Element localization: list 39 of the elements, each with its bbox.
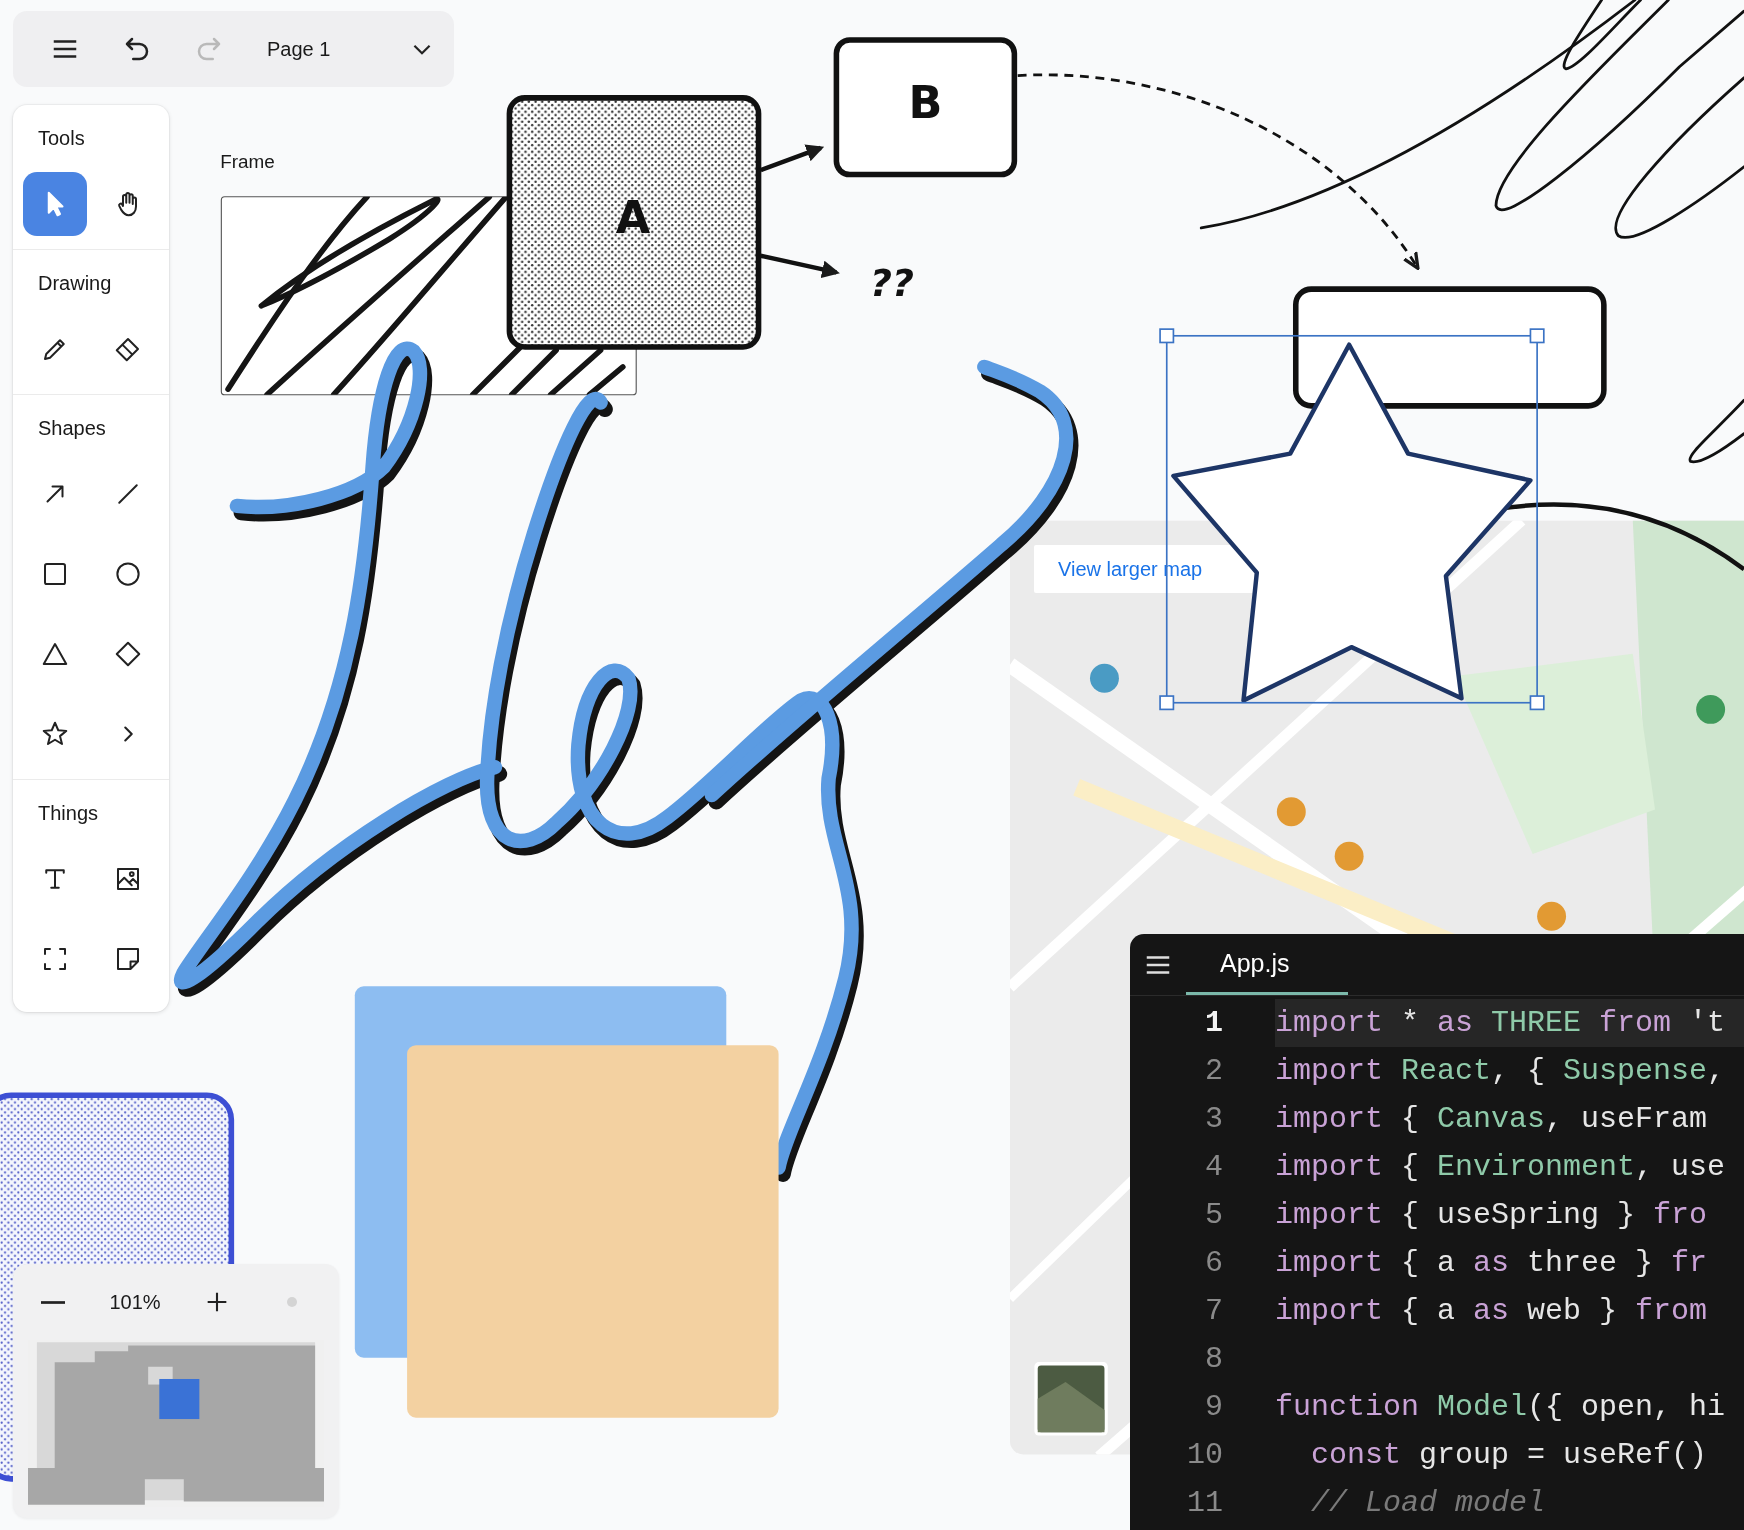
section-title: Things [37, 801, 100, 826]
shape-label: A [615, 192, 651, 244]
line-number: 10 [1186, 1437, 1223, 1474]
note-text: ?? [870, 260, 914, 305]
line-number: 8 [1204, 1341, 1223, 1378]
minimap[interactable] [28, 1340, 324, 1507]
code-line: // Load model [1310, 1485, 1547, 1522]
circle-icon [113, 559, 143, 589]
code-line: import { useSpring } fro [1275, 1197, 1709, 1234]
select-tool-button[interactable] [23, 172, 87, 236]
section-title: Tools [37, 126, 86, 151]
code-line: import { Canvas, useFram [1275, 1101, 1709, 1138]
code-line: const group = useRef() [1310, 1437, 1709, 1474]
line-number: 5 [1204, 1197, 1223, 1234]
line-number: 6 [1204, 1245, 1223, 1282]
code-line: function Model({ open, hi [1275, 1389, 1727, 1426]
line-number: 11 [1186, 1485, 1223, 1522]
frame-label: Frame [220, 150, 275, 172]
line-number: 4 [1204, 1149, 1223, 1186]
diamond-icon [113, 639, 143, 669]
section-title: Shapes [37, 416, 107, 441]
line-number: 3 [1204, 1101, 1223, 1138]
line-number: 9 [1204, 1389, 1223, 1426]
code-line: import { a as web } from [1275, 1293, 1709, 1330]
dot-icon [287, 1297, 297, 1307]
code-line: import React, { Suspense, [1275, 1053, 1727, 1090]
zoom-level-button[interactable]: 101% [79, 1276, 191, 1328]
section-title: Drawing [37, 271, 113, 296]
line-number: 1 [1204, 1005, 1223, 1042]
arrow [760, 144, 825, 173]
file-tab[interactable]: App.js [1186, 934, 1348, 995]
page-selector[interactable]: Page 1 [249, 26, 435, 72]
shape-label: B [908, 76, 943, 128]
code-line: import { a as three } fr [1275, 1245, 1709, 1282]
line-number: 7 [1204, 1293, 1223, 1330]
chevron-right-icon [123, 726, 133, 742]
code-line: import { Environment, use [1275, 1149, 1727, 1186]
minus-icon [40, 1300, 66, 1304]
line-number: 2 [1204, 1053, 1223, 1090]
